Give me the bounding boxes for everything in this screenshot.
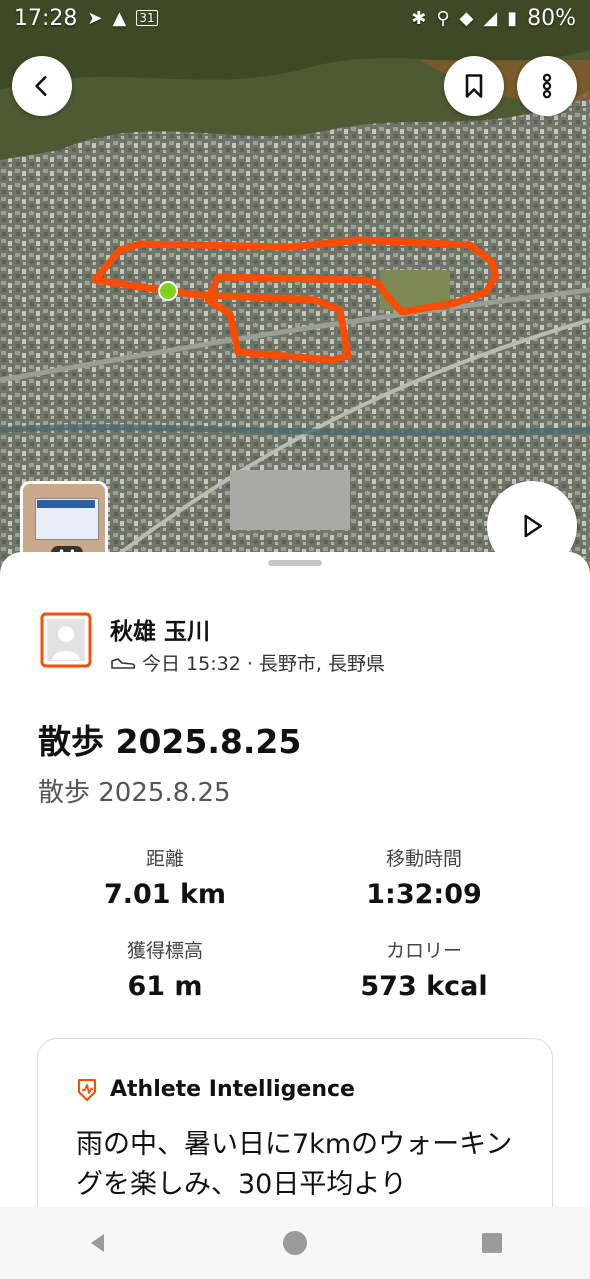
- status-bar: 17:28 ➤ ▲ 31 ✱ ⚲ ◆ ◢ ▮ 80%: [0, 0, 590, 36]
- stat-value: 61 m: [127, 971, 203, 1002]
- stat-label: 移動時間: [385, 848, 462, 870]
- start-marker: [158, 281, 178, 301]
- activity-title: 散歩 2025.8.25: [38, 722, 302, 761]
- play-icon: [524, 514, 542, 538]
- bluetooth-icon: ✱: [411, 7, 427, 29]
- athlete-intelligence-title: Athlete Intelligence: [110, 1077, 355, 1102]
- nav-home-icon: [282, 1231, 307, 1255]
- activity-description: 散歩 2025.8.25: [38, 778, 231, 808]
- route-map[interactable]: 17:28 ➤ ▲ 31 ✱ ⚲ ◆ ◢ ▮ 80%: [0, 0, 590, 600]
- navigation-icon: ➤: [87, 7, 103, 29]
- battery-percent: 80%: [527, 5, 576, 31]
- stat-value: 573 kcal: [360, 971, 488, 1002]
- athlete-avatar-icon[interactable]: [40, 612, 92, 668]
- back-arrow-icon: [35, 76, 47, 96]
- system-nav-bar: [0, 1207, 590, 1279]
- battery-icon: ▮: [507, 7, 518, 29]
- athlete-intelligence-text: 雨の中、暑い日に7kmのウォーキングを楽しみ、30日平均より: [76, 1129, 513, 1200]
- location-icon: ⚲: [436, 7, 450, 29]
- stat-value: 7.01 km: [103, 879, 227, 910]
- nav-home-button[interactable]: [265, 1213, 325, 1273]
- stat-value: 1:32:09: [366, 879, 482, 910]
- athlete-intelligence-header: Athlete Intelligence: [76, 1077, 355, 1102]
- wifi-icon: ◆: [459, 7, 474, 29]
- calendar-icon: 31: [136, 10, 158, 26]
- stat-label: カロリー: [385, 940, 462, 962]
- stat-label: 距離: [145, 848, 184, 870]
- sheet-drag-handle[interactable]: [268, 560, 322, 566]
- nav-back-icon: [91, 1234, 105, 1252]
- more-vertical-icon: [542, 73, 552, 99]
- activity-meta: 今日 15:32 · 長野市, 長野県: [110, 649, 385, 676]
- bookmark-icon: [465, 74, 483, 98]
- nav-recents-icon: [481, 1233, 502, 1253]
- stat-elevation-gain: 獲得標高 61 m: [45, 936, 285, 1002]
- nav-back-button[interactable]: [68, 1213, 128, 1273]
- stat-calories: カロリー 573 kcal: [304, 936, 544, 1002]
- athlete-name[interactable]: 秋雄 玉川: [110, 612, 210, 646]
- thumbnail-bar: [37, 500, 95, 508]
- more-options-button[interactable]: [517, 56, 577, 116]
- stat-distance: 距離 7.01 km: [45, 844, 285, 910]
- shoe-icon: [111, 657, 136, 669]
- stat-label: 獲得標高: [126, 940, 203, 962]
- back-button[interactable]: [12, 56, 72, 116]
- warning-icon: ▲: [112, 7, 127, 29]
- activity-sheet[interactable]: 秋雄 玉川 今日 15:32 · 長野市, 長野県 散歩 2025.8.25 散…: [0, 552, 590, 1278]
- stat-moving-time: 移動時間 1:32:09: [304, 844, 544, 910]
- signal-icon: ◢: [483, 7, 498, 29]
- athlete-intelligence-icon: [78, 1078, 96, 1101]
- status-time: 17:28: [14, 5, 78, 31]
- bookmark-button[interactable]: [444, 56, 504, 116]
- nav-recents-button[interactable]: [462, 1213, 522, 1273]
- activity-date-location: 今日 15:32 · 長野市, 長野県: [142, 653, 385, 675]
